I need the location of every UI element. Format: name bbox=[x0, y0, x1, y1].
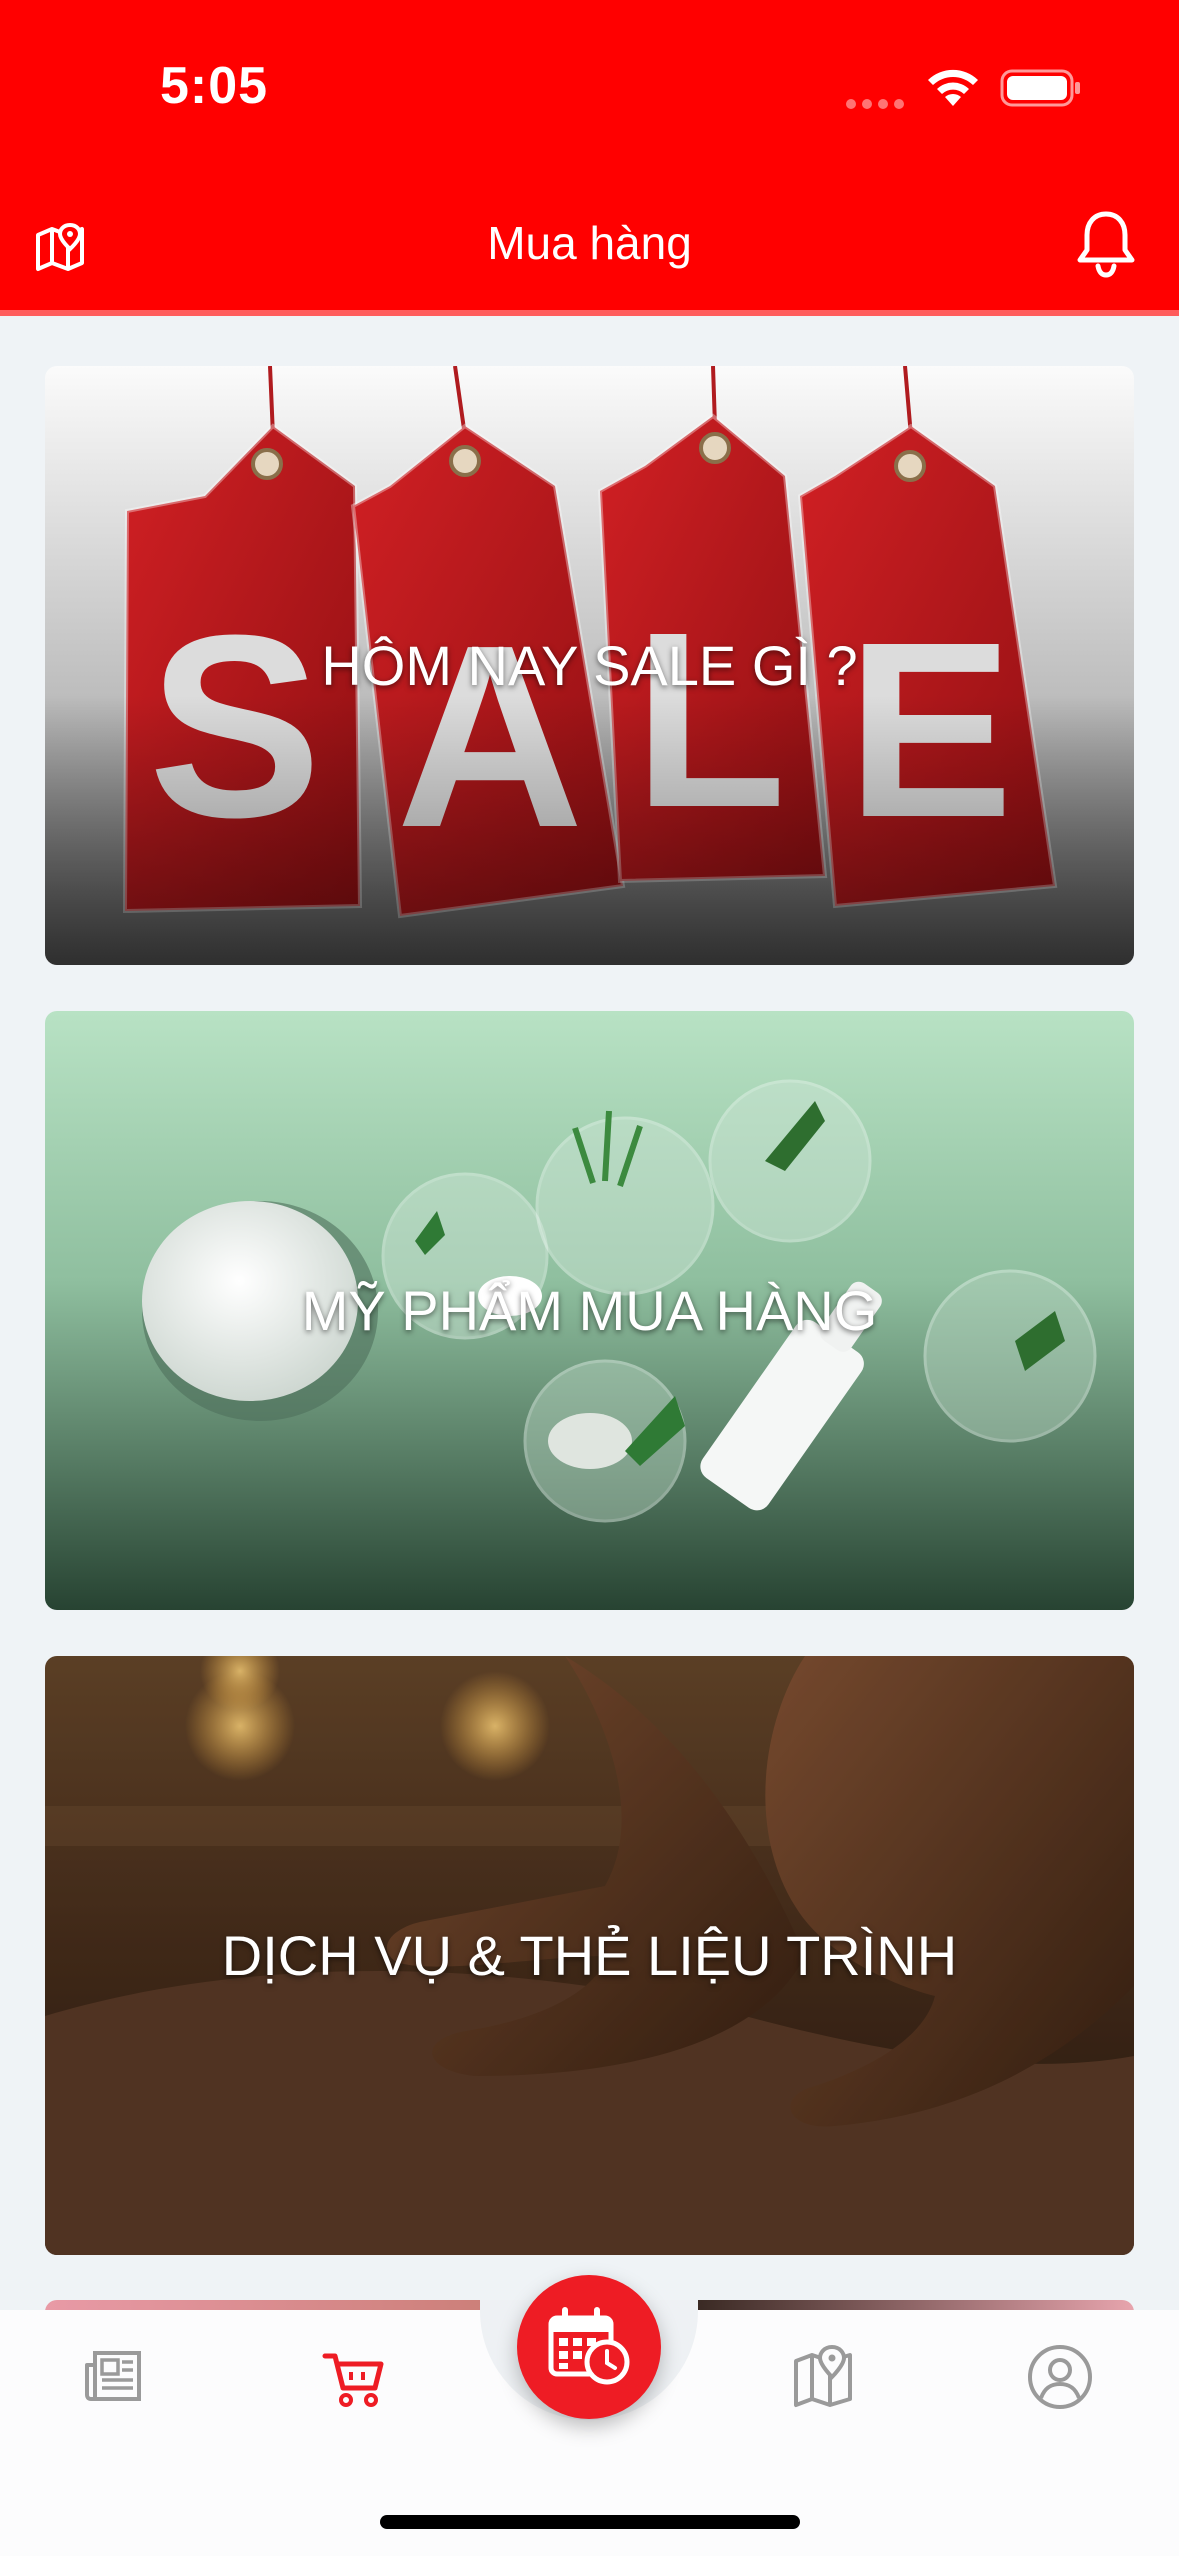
header-divider bbox=[0, 310, 1179, 316]
map-icon[interactable] bbox=[790, 2343, 858, 2411]
card-title: DỊCH VỤ & THẺ LIỆU TRÌNH bbox=[221, 1924, 958, 1987]
services-card[interactable]: DỊCH VỤ & THẺ LIỆU TRÌNH bbox=[45, 1656, 1134, 2255]
news-icon[interactable] bbox=[83, 2343, 151, 2411]
sale-today-card[interactable]: S A L E HÔM NAY SALE GÌ ? bbox=[45, 366, 1134, 965]
bell-icon[interactable] bbox=[1074, 208, 1138, 280]
card-title: HÔM NAY SALE GÌ ? bbox=[321, 634, 858, 697]
booking-button[interactable] bbox=[517, 2275, 661, 2419]
user-icon[interactable] bbox=[1026, 2343, 1094, 2411]
cellular-signal-icon bbox=[846, 96, 910, 114]
home-indicator bbox=[380, 2515, 800, 2529]
status-time: 5:05 bbox=[160, 57, 269, 115]
calendar-clock-icon bbox=[548, 2307, 630, 2385]
wifi-icon bbox=[928, 69, 978, 106]
battery-icon bbox=[1000, 69, 1080, 107]
card-title: MỸ PHẨM MUA HÀNG bbox=[301, 1279, 878, 1342]
cosmetics-card[interactable]: MỸ PHẨM MUA HÀNG bbox=[45, 1011, 1134, 1610]
cart-icon[interactable] bbox=[321, 2350, 385, 2410]
page-title: Mua hàng bbox=[487, 217, 692, 269]
